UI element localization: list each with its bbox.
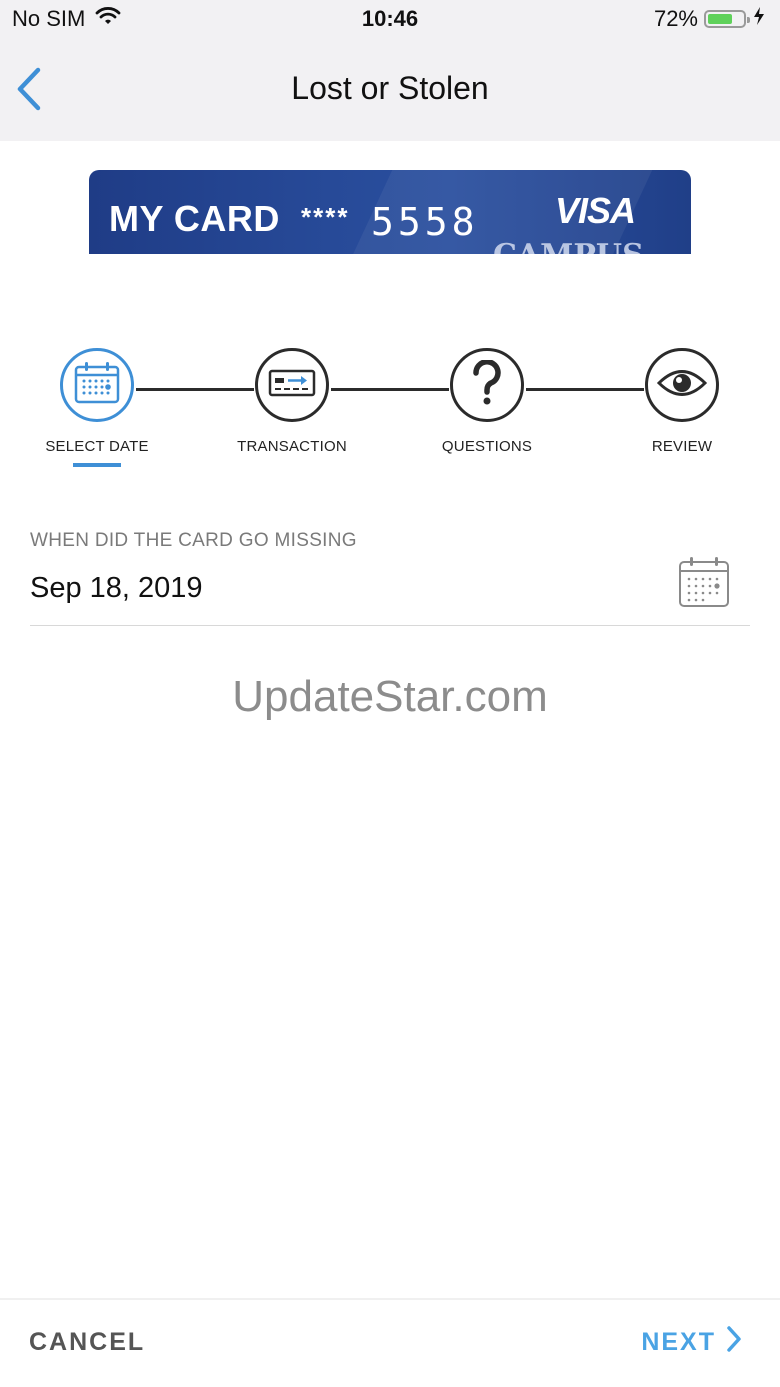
- step-questions[interactable]: QUESTIONS: [392, 346, 582, 455]
- step-label: SELECT DATE: [45, 438, 149, 455]
- eye-icon: [656, 368, 708, 403]
- date-field-label: WHEN DID THE CARD GO MISSING: [30, 530, 357, 551]
- step-transaction[interactable]: TRANSACTION: [197, 346, 387, 455]
- question-icon: [472, 358, 502, 411]
- bank-name: CAMPUS: [493, 238, 644, 254]
- card-masked: ****: [301, 202, 350, 232]
- watermark: UpdateStar.com: [232, 672, 548, 721]
- card-banner: MY CARD **** 5558 VISA CAMPUS: [89, 170, 691, 254]
- status-right: 72%: [654, 6, 766, 32]
- active-step-indicator: [73, 463, 121, 467]
- step-circle: [645, 348, 719, 422]
- card-transfer-icon: [268, 368, 316, 403]
- date-field[interactable]: Sep 18, 2019: [30, 572, 203, 605]
- battery-percent: 72%: [653, 6, 698, 31]
- card-name: MY CARD: [109, 198, 280, 239]
- page-title: Lost or Stolen: [291, 70, 489, 106]
- field-divider: [30, 625, 750, 626]
- battery-icon: [704, 10, 750, 28]
- step-circle: [450, 348, 524, 422]
- progress-stepper: SELECT DATE TRANSACTION QUESTIONS REVIEW: [0, 346, 780, 476]
- visa-logo: VISA: [555, 190, 636, 231]
- step-label: REVIEW: [651, 438, 713, 455]
- step-label: TRANSACTION: [237, 438, 347, 455]
- next-label: NEXT: [641, 1328, 716, 1356]
- cancel-button[interactable]: CANCEL: [29, 1328, 145, 1357]
- step-circle: [60, 348, 134, 422]
- nav-bar: Lost or Stolen: [0, 40, 780, 141]
- chevron-right-icon: [726, 1326, 742, 1359]
- step-review[interactable]: REVIEW: [587, 346, 777, 455]
- next-button[interactable]: NEXT: [641, 1326, 742, 1359]
- card-last-digits: 5558: [371, 200, 479, 244]
- calendar-icon: [74, 361, 120, 410]
- calendar-button[interactable]: [678, 556, 730, 608]
- charging-icon: [752, 6, 766, 32]
- footer-divider: [0, 1298, 780, 1300]
- status-bar: No SIM 10:46 72%: [0, 0, 780, 40]
- calendar-icon: [678, 557, 730, 612]
- step-label: QUESTIONS: [441, 438, 533, 455]
- step-circle: [255, 348, 329, 422]
- step-select-date[interactable]: SELECT DATE: [2, 346, 192, 467]
- battery-fill: [708, 14, 733, 24]
